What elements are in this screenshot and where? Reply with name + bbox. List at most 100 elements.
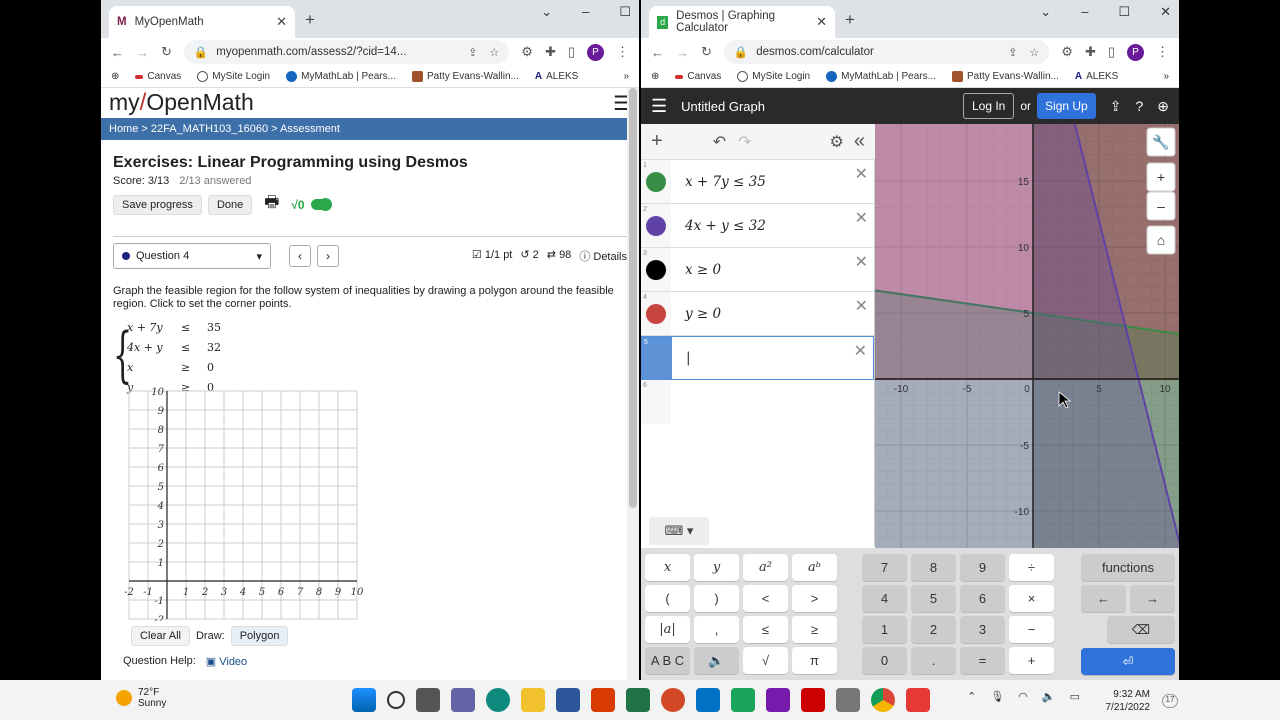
volume-icon[interactable]: 🔈 xyxy=(1042,690,1056,703)
notification-badge[interactable]: 17 xyxy=(1162,694,1178,708)
print-icon[interactable]: 🖶 xyxy=(264,191,279,218)
clock[interactable]: 9:32 AM 7/21/2022 xyxy=(1106,688,1151,714)
y-key[interactable]: y xyxy=(694,554,739,581)
acrobat-icon[interactable] xyxy=(801,688,825,712)
le-key[interactable]: ≤ xyxy=(743,616,788,643)
camtasia-icon[interactable] xyxy=(731,688,755,712)
abs-key[interactable]: |a| xyxy=(645,616,690,643)
bookmark-aleks[interactable]: A ALEKS xyxy=(1075,71,1118,82)
screen-recorder-icon[interactable] xyxy=(906,688,930,712)
sqrt-key[interactable]: √ xyxy=(743,647,788,674)
polygon-tool-button[interactable]: Polygon xyxy=(230,626,289,646)
dropdown-icon[interactable]: ⌄ xyxy=(1040,4,1051,20)
audio-key[interactable]: 🔈 xyxy=(694,647,739,674)
dropdown-icon[interactable]: ⌄ xyxy=(541,4,552,20)
delete-expression-icon[interactable]: ✕ xyxy=(855,208,868,228)
snipping-icon[interactable] xyxy=(836,688,860,712)
keypad-num-key[interactable]: 5 xyxy=(911,585,956,612)
next-question-button[interactable]: › xyxy=(317,245,339,267)
abc-key[interactable]: A B C xyxy=(645,647,690,674)
pi-key[interactable]: π xyxy=(792,647,837,674)
powerpoint-icon[interactable] xyxy=(661,688,685,712)
keypad-num-key[interactable]: 1 xyxy=(862,616,907,643)
profile-avatar[interactable]: P xyxy=(1127,43,1144,61)
share-icon[interactable]: ⇪ xyxy=(1008,46,1017,59)
a-squared-key[interactable]: a² xyxy=(743,554,788,581)
reload-icon[interactable]: ↻ xyxy=(161,44,172,60)
more-bookmarks-icon[interactable]: » xyxy=(1163,71,1169,82)
expression-color-icon[interactable] xyxy=(646,303,666,324)
battery-icon[interactable]: ▭ xyxy=(1070,690,1080,703)
save-progress-button[interactable]: Save progress xyxy=(113,194,202,215)
keypad-num-key[interactable]: 9 xyxy=(960,554,1005,581)
points-info[interactable]: ☑ 1/1 pt xyxy=(472,248,512,264)
keypad-op-key[interactable]: × xyxy=(1009,585,1054,612)
share-icon[interactable]: ⇪ xyxy=(468,46,477,59)
keypad-num-key[interactable]: 4 xyxy=(862,585,907,612)
close-paren-key[interactable]: ) xyxy=(694,585,739,612)
functions-key[interactable]: functions xyxy=(1081,554,1175,581)
help-icon[interactable]: ? xyxy=(1135,98,1143,114)
wifi-icon[interactable]: ◠ xyxy=(1018,690,1028,703)
expression-text[interactable]: x + 7y ≤ 35 xyxy=(685,174,766,190)
back-icon[interactable]: ← xyxy=(651,45,664,60)
comma-key[interactable]: , xyxy=(694,616,739,643)
open-paren-key[interactable]: ( xyxy=(645,585,690,612)
delete-expression-icon[interactable]: ✕ xyxy=(855,164,868,184)
delete-expression-icon[interactable]: ✕ xyxy=(854,341,867,361)
page-scrollbar[interactable] xyxy=(627,88,639,680)
less-than-key[interactable]: < xyxy=(743,585,788,612)
close-tab-icon[interactable]: ✕ xyxy=(816,14,827,30)
new-tab-icon[interactable]: + xyxy=(845,10,855,30)
bookmark-patty[interactable]: Patty Evans-Wallin... xyxy=(411,71,519,82)
start-icon[interactable] xyxy=(352,688,376,712)
url-field[interactable]: 🔒 myopenmath.com/assess2/?cid=14... ⇪ ☆ xyxy=(183,40,510,64)
file-explorer-icon[interactable] xyxy=(521,688,545,712)
expression-text[interactable]: y ≥ 0 xyxy=(685,306,721,322)
done-button[interactable]: Done xyxy=(207,194,253,215)
expression-row-empty[interactable]: 6 xyxy=(641,380,874,424)
forward-icon[interactable]: → xyxy=(676,45,689,60)
star-icon[interactable]: ☆ xyxy=(489,46,499,59)
keypad-num-key[interactable]: . xyxy=(911,647,956,674)
login-button[interactable]: Log In xyxy=(962,93,1015,119)
expression-row-active[interactable]: 5 | ✕ xyxy=(641,336,874,380)
bookmark-mysite[interactable]: MySite Login xyxy=(737,71,810,82)
bookmark-canvas[interactable]: Canvas xyxy=(135,71,181,82)
settings-gear-icon[interactable]: ⚙ xyxy=(830,132,844,152)
share-graph-icon[interactable]: ⇪ xyxy=(1110,98,1122,115)
puzzle-icon[interactable]: ✚ xyxy=(1085,44,1096,60)
expression-row[interactable]: 4 y ≥ 0 ✕ xyxy=(641,292,874,336)
forward-icon[interactable]: → xyxy=(136,45,149,60)
add-item-icon[interactable]: + xyxy=(651,130,663,153)
minimize-icon[interactable]: – xyxy=(582,4,589,20)
keypad-op-key[interactable]: + xyxy=(1009,647,1054,674)
backspace-key[interactable]: ⌫ xyxy=(1107,616,1175,643)
a-power-b-key[interactable]: aᵇ xyxy=(792,554,837,581)
bookmark-canvas[interactable]: Canvas xyxy=(675,71,721,82)
apps-icon[interactable]: ⊕ xyxy=(651,71,659,82)
keypad-num-key[interactable]: 8 xyxy=(911,554,956,581)
bookmark-patty[interactable]: Patty Evans-Wallin... xyxy=(951,71,1059,82)
chat-icon[interactable] xyxy=(451,688,475,712)
undo-icon[interactable]: ↶ xyxy=(713,132,726,152)
new-tab-icon[interactable]: + xyxy=(305,10,315,30)
tab-myopenmath[interactable]: M MyOpenMath ✕ xyxy=(109,6,295,38)
ge-key[interactable]: ≥ xyxy=(792,616,837,643)
prev-question-button[interactable]: ‹ xyxy=(289,245,311,267)
keyboard-toggle[interactable]: ⌨ ▾ xyxy=(649,517,709,545)
clear-all-button[interactable]: Clear All xyxy=(131,626,190,646)
expression-input[interactable]: | xyxy=(686,350,691,366)
graph-title[interactable]: Untitled Graph xyxy=(681,99,765,114)
apps-icon[interactable]: ⊕ xyxy=(111,71,119,82)
drawing-grid[interactable]: 10 9 8 7 6 5 4 3 2 1 -1 -2 -2 -1 1 2 3 4 5 6 7 8 9 10 xyxy=(123,385,373,621)
expression-color-icon[interactable] xyxy=(646,259,666,280)
keypad-num-key[interactable]: = xyxy=(960,647,1005,674)
math-display-toggle[interactable] xyxy=(310,198,332,211)
keypad-op-key[interactable]: − xyxy=(1009,616,1054,643)
collapse-list-icon[interactable]: « xyxy=(854,130,865,153)
keypad-num-key[interactable]: 3 xyxy=(960,616,1005,643)
greater-than-key[interactable]: > xyxy=(792,585,837,612)
bookmark-aleks[interactable]: A ALEKS xyxy=(535,71,578,82)
word-icon[interactable] xyxy=(556,688,580,712)
